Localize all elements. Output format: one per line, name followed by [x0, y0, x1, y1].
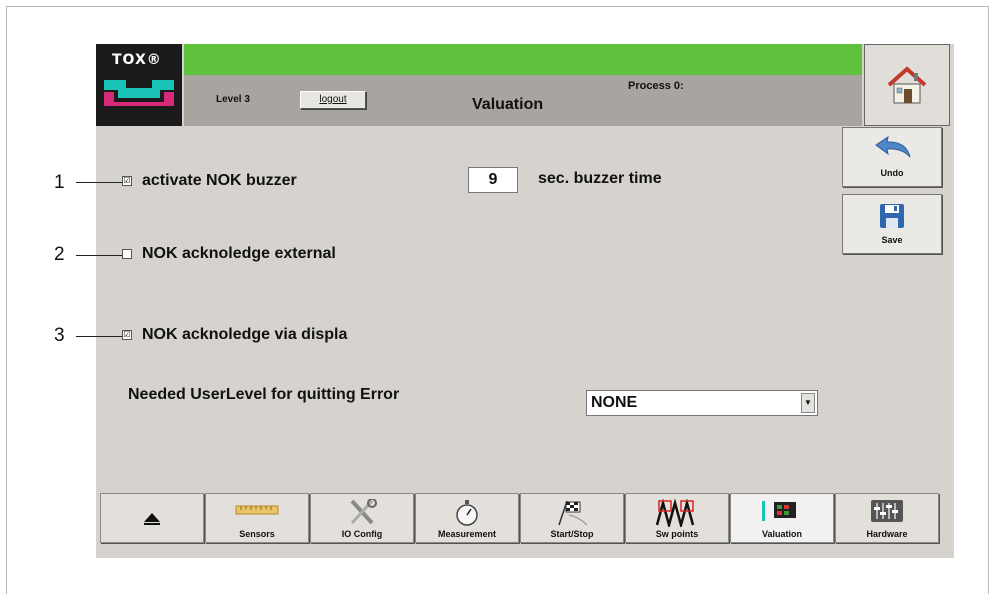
- valuation-icon: [762, 501, 796, 521]
- callout-line-2: [76, 255, 122, 256]
- sensor-ruler-icon: [235, 505, 279, 515]
- callout-line-3: [76, 336, 122, 337]
- undo-arrow-icon: [875, 135, 911, 158]
- logo-graphic-icon: [104, 80, 174, 106]
- userlevel-select[interactable]: NONE ▼: [586, 390, 818, 416]
- status-bar: [184, 44, 862, 75]
- nav-eject-button[interactable]: [100, 493, 204, 543]
- nav-label: Sensors: [239, 529, 275, 539]
- display-label: NOK acknoledge via displa: [142, 326, 348, 343]
- checkered-flag-icon: [558, 500, 588, 526]
- display-option: ☑ NOK acknoledge via displa: [122, 326, 347, 344]
- eject-icon: [144, 513, 160, 525]
- logo-text: TOX®: [112, 52, 162, 68]
- userlevel-value: NONE: [591, 394, 638, 411]
- nav-sensors-button[interactable]: Sensors: [205, 493, 309, 543]
- nav-label: Start/Stop: [550, 529, 594, 539]
- external-checkbox[interactable]: [122, 249, 132, 259]
- logout-button[interactable]: logout: [300, 91, 366, 109]
- nav-measurement-button[interactable]: Measurement: [415, 493, 519, 543]
- switch-points-icon: [655, 499, 695, 527]
- callout-line-1: [76, 182, 122, 183]
- save-label: Save: [881, 235, 903, 245]
- nav-hardware-button[interactable]: Hardware: [835, 493, 939, 543]
- external-option: NOK acknoledge external: [122, 245, 336, 263]
- tools-icon: [350, 499, 377, 525]
- callout-2: 2: [54, 244, 65, 265]
- nav-label: Measurement: [437, 529, 497, 539]
- nav-sw-points-button[interactable]: Sw points: [625, 493, 729, 543]
- callout-1: 1: [54, 172, 65, 193]
- nav-label: IO Config: [341, 529, 383, 539]
- page-title: Valuation: [472, 96, 544, 113]
- bottom-nav: Sensors IO Config Measurement Start/Stop: [96, 490, 954, 558]
- nav-valuation-button[interactable]: Valuation: [730, 493, 834, 543]
- home-icon: [887, 66, 927, 104]
- sliders-icon: [871, 500, 903, 522]
- nav-start-stop-button[interactable]: Start/Stop: [520, 493, 624, 543]
- nav-label: Valuation: [761, 529, 802, 539]
- tox-logo: TOX®: [96, 44, 182, 126]
- buzzer-label: activate NOK buzzer: [142, 172, 297, 189]
- undo-button[interactable]: Undo: [842, 127, 942, 187]
- chevron-down-icon[interactable]: ▼: [801, 393, 815, 413]
- user-level: Level 3: [216, 94, 250, 105]
- callout-3: 3: [54, 325, 65, 346]
- nav-io-config-button[interactable]: IO Config: [310, 493, 414, 543]
- nav-label: Sw points: [655, 529, 699, 539]
- buzzer-time-label: sec. buzzer time: [538, 170, 662, 187]
- buzzer-option: ☑ activate NOK buzzer: [122, 172, 297, 190]
- stopwatch-icon: [456, 500, 478, 526]
- buzzer-time-input[interactable]: 9: [468, 167, 518, 193]
- floppy-disk-icon: [880, 204, 904, 228]
- external-label: NOK acknoledge external: [142, 245, 336, 262]
- process-label: Process 0:: [628, 80, 684, 92]
- userlevel-label: Needed UserLevel for quitting Error: [128, 386, 400, 403]
- home-button[interactable]: [864, 44, 950, 126]
- save-button[interactable]: Save: [842, 194, 942, 254]
- nav-label: Hardware: [866, 529, 908, 539]
- display-checkbox[interactable]: ☑: [122, 330, 132, 340]
- undo-label: Undo: [880, 168, 904, 178]
- buzzer-checkbox[interactable]: ☑: [122, 176, 132, 186]
